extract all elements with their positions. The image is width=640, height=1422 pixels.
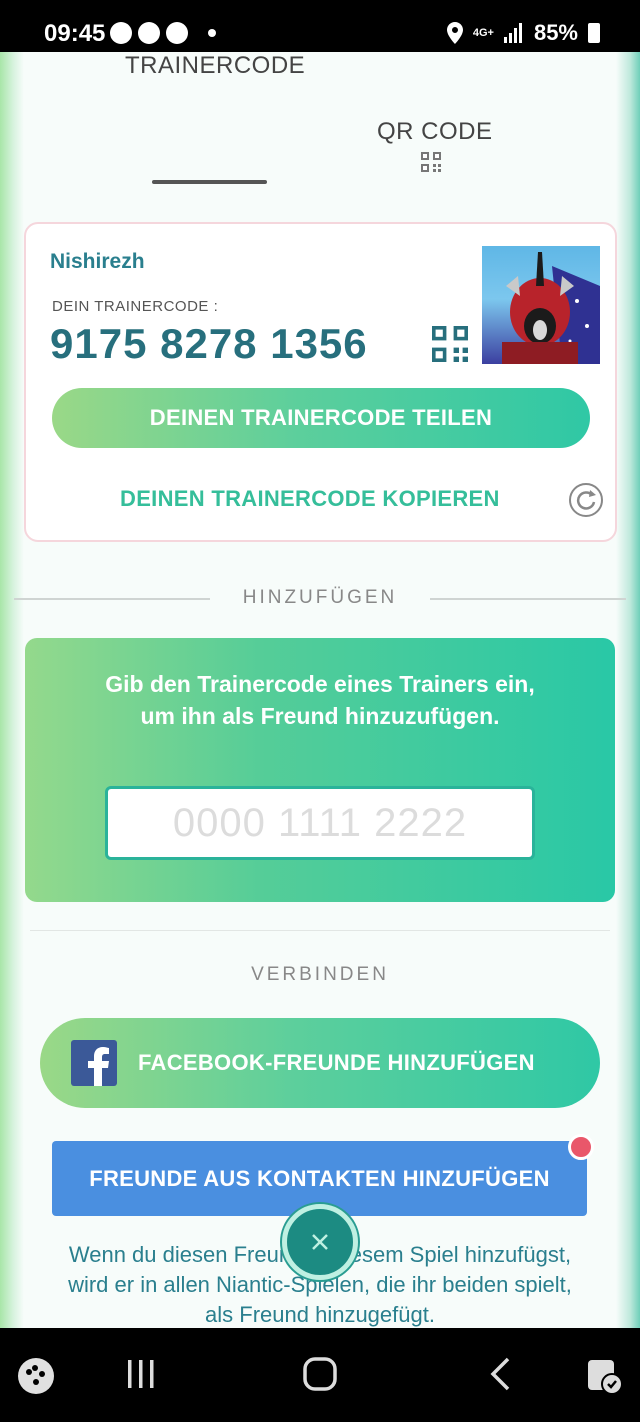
close-button[interactable] bbox=[282, 1204, 358, 1280]
trainer-code-input[interactable] bbox=[105, 786, 535, 860]
recent-apps-icon[interactable] bbox=[126, 1356, 156, 1392]
app-notification-icon bbox=[138, 22, 160, 44]
signal-icon bbox=[503, 23, 522, 43]
tab-qr-code[interactable]: QR CODE bbox=[377, 118, 493, 146]
trainer-avatar[interactable] bbox=[482, 246, 600, 364]
close-icon bbox=[312, 1234, 328, 1250]
friend-add-screen: TRAINERCODE QR CODE Nishirezh DEIN TRAIN… bbox=[0, 52, 640, 1328]
network-type: 4G+ bbox=[472, 27, 494, 39]
status-time: 09:45 bbox=[44, 20, 106, 47]
status-indicators: 4G+ 85% bbox=[446, 20, 600, 46]
share-trainer-code-button[interactable]: DEINEN TRAINERCODE TEILEN bbox=[52, 388, 590, 448]
home-icon[interactable] bbox=[302, 1356, 338, 1392]
whatsapp-icon bbox=[110, 22, 132, 44]
avatar-image bbox=[502, 252, 600, 364]
game-launcher-icon[interactable] bbox=[16, 1356, 56, 1396]
more-notifications-icon bbox=[208, 29, 216, 37]
back-icon[interactable] bbox=[488, 1356, 512, 1392]
divider bbox=[30, 930, 610, 931]
facebook-button-label: FACEBOOK-FREUNDE HINZUFÜGEN bbox=[138, 1050, 535, 1075]
app-notification-icon bbox=[166, 22, 188, 44]
system-nav-bar bbox=[0, 1328, 640, 1422]
active-tab-indicator bbox=[152, 180, 267, 184]
status-bar: 09:45 4G+ 85% bbox=[0, 0, 640, 52]
add-friend-panel: Gib den Trainercode eines Trainers ein, … bbox=[25, 638, 615, 902]
divider-right bbox=[430, 598, 626, 600]
trainer-name: Nishirezh bbox=[50, 250, 145, 273]
connect-section-title: VERBINDEN bbox=[251, 964, 389, 985]
battery-icon bbox=[588, 23, 600, 43]
copy-trainer-code-button[interactable]: DEINEN TRAINERCODE KOPIEREN bbox=[120, 486, 500, 512]
qr-code-icon[interactable] bbox=[421, 152, 441, 172]
qr-code-icon[interactable] bbox=[432, 326, 468, 362]
trainer-code-card: Nishirezh DEIN TRAINERCODE : 9175 8278 1… bbox=[24, 222, 617, 542]
trainer-code-label: DEIN TRAINERCODE : bbox=[52, 298, 219, 315]
notification-icons bbox=[110, 22, 216, 44]
facebook-icon bbox=[71, 1040, 117, 1086]
trainer-code-value: 9175 8278 1356 bbox=[50, 320, 368, 367]
location-icon bbox=[446, 22, 463, 44]
facebook-friends-button[interactable]: FACEBOOK-FREUNDE HINZUFÜGEN bbox=[40, 1018, 600, 1108]
add-friend-instruction: Gib den Trainercode eines Trainers ein, … bbox=[105, 671, 535, 729]
notification-badge bbox=[568, 1134, 594, 1160]
refresh-icon[interactable] bbox=[568, 482, 604, 518]
tab-trainercode[interactable]: TRAINERCODE bbox=[125, 52, 305, 80]
accessibility-icon[interactable] bbox=[584, 1356, 624, 1396]
battery-percent: 85% bbox=[533, 20, 578, 45]
